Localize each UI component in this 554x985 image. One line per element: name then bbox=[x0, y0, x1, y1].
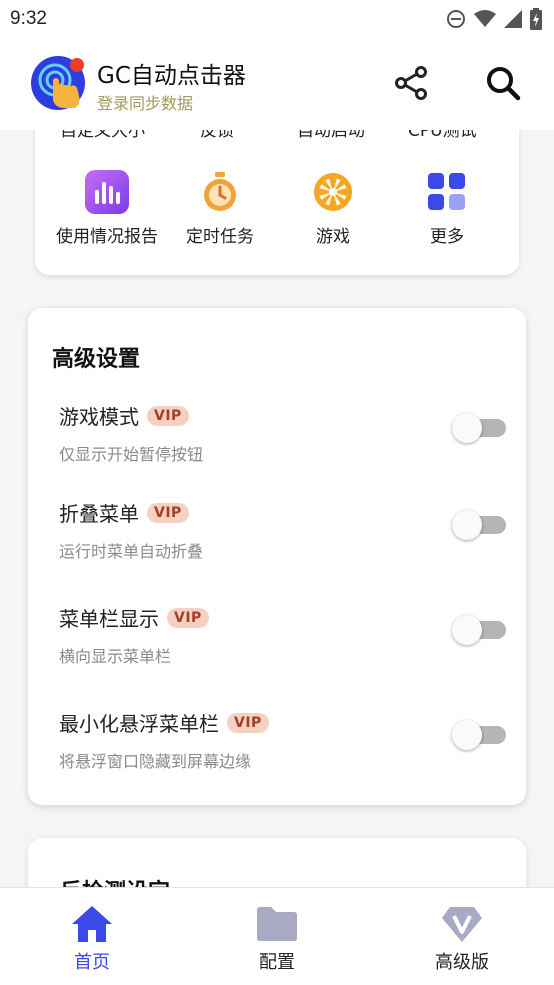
nav-premium[interactable]: 高级版 bbox=[402, 904, 522, 974]
setting-description: 仅显示开始暂停按钮 bbox=[59, 445, 204, 464]
nav-label: 配置 bbox=[259, 952, 295, 973]
shortcut-label: 更多 bbox=[430, 227, 464, 247]
status-icons bbox=[446, 8, 542, 30]
shortcut-label-clipped[interactable]: 自动启动 bbox=[297, 130, 365, 141]
toggle-thumb bbox=[452, 720, 482, 750]
nav-config[interactable]: 配置 bbox=[217, 904, 337, 974]
search-button[interactable] bbox=[484, 64, 522, 102]
advanced-settings-card: 高级设置 游戏模式 VIP 仅显示开始暂停按钮 折叠菜单 VIP 运行时菜单自动… bbox=[28, 308, 526, 805]
advanced-settings-title: 高级设置 bbox=[52, 347, 141, 372]
share-button[interactable] bbox=[392, 64, 430, 102]
shortcut-label: 游戏 bbox=[316, 227, 350, 247]
setting-description: 将悬浮窗口隐藏到屏幕边缘 bbox=[59, 752, 252, 771]
vip-badge: VIP bbox=[147, 502, 189, 523]
signal-icon bbox=[504, 10, 522, 28]
minimize-float-bar-toggle[interactable] bbox=[452, 720, 508, 750]
setting-minimize-float-bar: 最小化悬浮菜单栏 VIP 将悬浮窗口隐藏到屏幕边缘 bbox=[59, 708, 506, 788]
app-logo-icon bbox=[31, 56, 85, 110]
anti-detection-card: 反检测设定 bbox=[28, 838, 526, 887]
status-time: 9:32 bbox=[10, 8, 47, 29]
main-scroll[interactable]: 自定义大小 反馈 自动启动 CPU测试 使用情况报告 定时任务 游戏 更多 高级… bbox=[0, 130, 554, 887]
shortcut-label-clipped[interactable]: 反馈 bbox=[200, 130, 234, 141]
shortcuts-card: 自定义大小 反馈 自动启动 CPU测试 使用情况报告 定时任务 游戏 更多 bbox=[35, 130, 519, 275]
setting-name-row: 最小化悬浮菜单栏 VIP bbox=[59, 708, 269, 737]
do-not-disturb-icon bbox=[447, 10, 465, 28]
share-icon bbox=[395, 66, 427, 100]
game-mode-toggle[interactable] bbox=[452, 413, 508, 443]
app-title: GC自动点击器 bbox=[97, 63, 246, 89]
nav-label: 首页 bbox=[74, 952, 110, 973]
home-icon bbox=[72, 906, 112, 942]
login-sync-link[interactable]: 登录同步数据 bbox=[97, 90, 193, 114]
shortcut-usage-report[interactable]: 使用情况报告 bbox=[47, 170, 167, 247]
shortcut-more[interactable]: 更多 bbox=[387, 170, 507, 247]
status-bar: 9:32 bbox=[0, 0, 554, 38]
diamond-v-icon bbox=[442, 907, 482, 942]
shortcut-label-clipped[interactable]: CPU测试 bbox=[408, 130, 477, 141]
app-bar: GC自动点击器 登录同步数据 bbox=[0, 38, 554, 130]
setting-name-row: 菜单栏显示 VIP bbox=[59, 603, 209, 632]
search-icon bbox=[487, 67, 521, 101]
shortcut-label-clipped[interactable]: 自定义大小 bbox=[60, 130, 145, 141]
grid-icon bbox=[428, 173, 465, 210]
setting-name: 最小化悬浮菜单栏 bbox=[59, 712, 219, 736]
setting-name-row: 游戏模式 VIP bbox=[59, 401, 189, 430]
wifi-icon bbox=[474, 10, 496, 27]
toggle-thumb bbox=[452, 510, 482, 540]
nav-label: 高级版 bbox=[435, 952, 489, 973]
toggle-thumb bbox=[452, 615, 482, 645]
toggle-thumb bbox=[452, 413, 482, 443]
setting-name: 菜单栏显示 bbox=[59, 607, 159, 631]
bar-chart-icon bbox=[85, 170, 129, 214]
setting-fold-menu: 折叠菜单 VIP 运行时菜单自动折叠 bbox=[59, 498, 506, 578]
shortcut-timed-task[interactable]: 定时任务 bbox=[160, 170, 280, 247]
wheel-icon bbox=[314, 173, 352, 211]
shortcut-game[interactable]: 游戏 bbox=[273, 170, 393, 247]
vip-badge: VIP bbox=[167, 607, 209, 628]
anti-detection-title: 反检测设定 bbox=[60, 874, 170, 887]
setting-description: 运行时菜单自动折叠 bbox=[59, 542, 204, 561]
shortcut-label: 定时任务 bbox=[186, 227, 254, 247]
setting-name: 折叠菜单 bbox=[59, 502, 139, 526]
battery-icon bbox=[530, 8, 542, 30]
menubar-display-toggle[interactable] bbox=[452, 615, 508, 645]
setting-name: 游戏模式 bbox=[59, 405, 139, 429]
bottom-nav: 首页 配置 高级版 bbox=[0, 887, 554, 985]
app-logo[interactable] bbox=[31, 56, 85, 110]
stopwatch-icon bbox=[204, 172, 236, 211]
setting-game-mode: 游戏模式 VIP 仅显示开始暂停按钮 bbox=[59, 401, 506, 481]
shortcut-label: 使用情况报告 bbox=[56, 227, 158, 247]
setting-menubar-display: 菜单栏显示 VIP 横向显示菜单栏 bbox=[59, 603, 506, 683]
setting-name-row: 折叠菜单 VIP bbox=[59, 498, 189, 527]
nav-home[interactable]: 首页 bbox=[32, 904, 152, 974]
vip-badge: VIP bbox=[227, 712, 269, 733]
setting-description: 横向显示菜单栏 bbox=[59, 647, 172, 666]
vip-badge: VIP bbox=[147, 405, 189, 426]
fold-menu-toggle[interactable] bbox=[452, 510, 508, 540]
folder-icon bbox=[257, 907, 297, 941]
